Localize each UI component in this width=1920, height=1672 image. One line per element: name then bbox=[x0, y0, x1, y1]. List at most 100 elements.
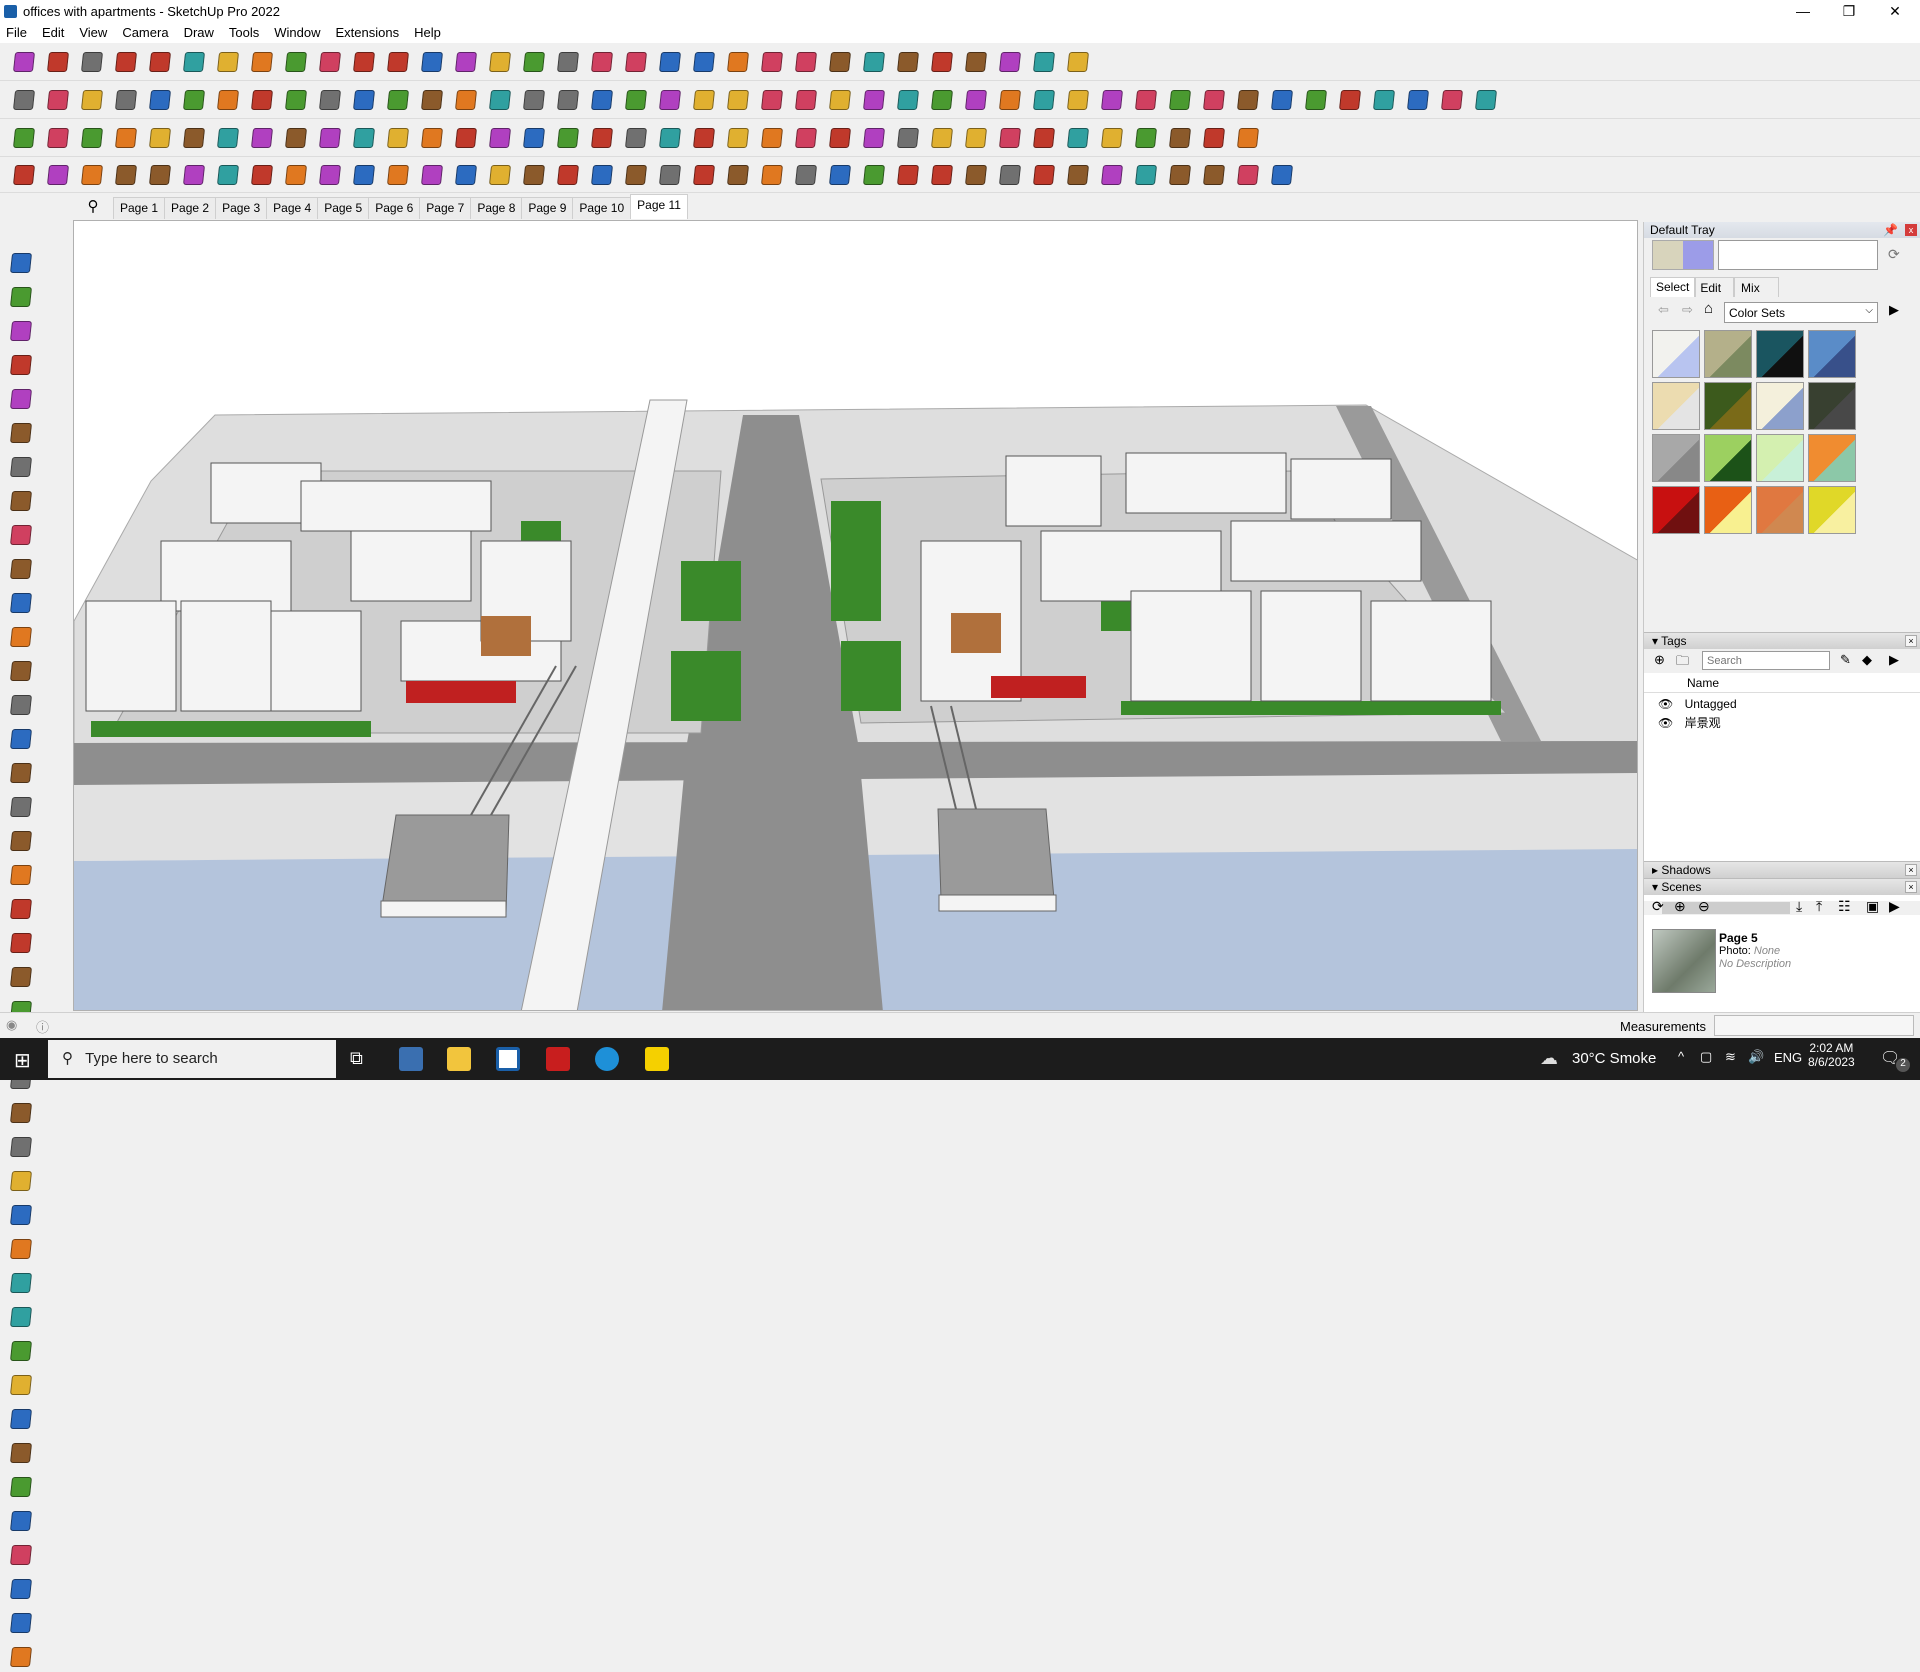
tag-row[interactable]: 👁 岸景观 bbox=[1644, 711, 1920, 731]
line-icon[interactable] bbox=[6, 452, 36, 482]
axes-icon[interactable] bbox=[6, 1132, 36, 1162]
pushpull-magenta-icon[interactable] bbox=[350, 86, 378, 114]
move-icon[interactable] bbox=[6, 792, 36, 822]
extension-icon[interactable] bbox=[656, 48, 684, 76]
orbit-active-icon[interactable] bbox=[6, 1200, 36, 1230]
material-name-field[interactable] bbox=[1718, 240, 1878, 270]
walk-icon[interactable] bbox=[6, 1404, 36, 1434]
color-swatch[interactable] bbox=[1652, 486, 1700, 534]
scene-tab[interactable]: Page 7 bbox=[419, 197, 472, 219]
star-icon[interactable] bbox=[792, 124, 820, 152]
color-swatch[interactable] bbox=[1756, 330, 1804, 378]
tool-icon[interactable] bbox=[928, 48, 956, 76]
plane-green-icon[interactable] bbox=[112, 124, 140, 152]
columns-icon[interactable] bbox=[554, 161, 582, 189]
back-arrow-icon[interactable]: ⇦ bbox=[1658, 302, 1669, 318]
knife-icon[interactable] bbox=[826, 86, 854, 114]
forward-arrow-icon[interactable]: ⇨ bbox=[1682, 302, 1693, 318]
x-ray-icon[interactable] bbox=[962, 48, 990, 76]
color-swatch[interactable] bbox=[1652, 434, 1700, 482]
sticky-notes-icon[interactable] bbox=[645, 1047, 669, 1071]
taskbar-search[interactable]: ⚲ Type here to search bbox=[48, 1040, 336, 1078]
follow-me-icon[interactable] bbox=[248, 48, 276, 76]
scene-tab[interactable]: Page 4 bbox=[266, 197, 319, 219]
stack2-icon[interactable] bbox=[1064, 161, 1092, 189]
wall-icon[interactable] bbox=[928, 161, 956, 189]
move3d-icon[interactable] bbox=[996, 124, 1024, 152]
pushpull-down-icon[interactable] bbox=[112, 86, 140, 114]
section-icon[interactable] bbox=[758, 48, 786, 76]
layers-icon[interactable] bbox=[6, 1608, 36, 1638]
move-scene-up-icon[interactable]: ⤒ bbox=[1816, 898, 1822, 915]
door2-icon[interactable] bbox=[962, 161, 990, 189]
pencil-icon[interactable] bbox=[112, 48, 140, 76]
text-icon[interactable] bbox=[6, 1098, 36, 1128]
followme-icon[interactable] bbox=[6, 894, 36, 924]
flatten-icon[interactable] bbox=[1438, 86, 1466, 114]
zoom-icon[interactable] bbox=[6, 1268, 36, 1298]
push-pull-icon[interactable] bbox=[214, 48, 242, 76]
color-swatch[interactable] bbox=[1704, 434, 1752, 482]
panel-icon[interactable] bbox=[282, 124, 310, 152]
task-view-icon[interactable]: ⧉ bbox=[350, 1048, 363, 1069]
section-fill-icon[interactable] bbox=[486, 86, 514, 114]
shadows-close-button[interactable]: × bbox=[1905, 864, 1917, 876]
layers-icon[interactable] bbox=[690, 48, 718, 76]
menu-window[interactable]: Window bbox=[274, 25, 320, 40]
profile-icon[interactable] bbox=[6, 1642, 36, 1672]
tag-pencil-icon[interactable]: ✎ bbox=[1840, 652, 1851, 668]
menu-camera[interactable]: Camera bbox=[122, 25, 168, 40]
restore-button[interactable]: ❐ bbox=[1826, 0, 1872, 22]
arc-icon[interactable] bbox=[6, 656, 36, 686]
fillet-icon[interactable] bbox=[350, 161, 378, 189]
move-scene-down-icon[interactable]: ⤓ bbox=[1796, 898, 1802, 915]
search-zoom-icon[interactable] bbox=[10, 48, 38, 76]
roof-icon[interactable] bbox=[724, 86, 752, 114]
home-icon[interactable]: ⌂ bbox=[1704, 300, 1713, 317]
menu-tools[interactable]: Tools bbox=[229, 25, 259, 40]
color-swatch[interactable] bbox=[1704, 330, 1752, 378]
door-icon[interactable] bbox=[622, 86, 650, 114]
drop-icon[interactable] bbox=[588, 124, 616, 152]
loft-icon[interactable] bbox=[520, 161, 548, 189]
tag-color-icon[interactable]: ◆ bbox=[1862, 652, 1872, 668]
pattern-icon[interactable] bbox=[894, 161, 922, 189]
plant-icon[interactable] bbox=[1234, 161, 1262, 189]
points-icon[interactable] bbox=[452, 124, 480, 152]
move-icon[interactable] bbox=[282, 48, 310, 76]
stamp-icon[interactable] bbox=[1472, 86, 1500, 114]
qr-icon[interactable] bbox=[1234, 124, 1262, 152]
color-swatch[interactable] bbox=[1756, 434, 1804, 482]
offset-icon[interactable] bbox=[180, 161, 208, 189]
window-red-icon[interactable] bbox=[248, 124, 276, 152]
pin-icon[interactable]: 📌 bbox=[1883, 222, 1898, 238]
menu-file[interactable]: File bbox=[6, 25, 27, 40]
comb-icon[interactable] bbox=[1200, 161, 1228, 189]
rotate-icon[interactable] bbox=[316, 48, 344, 76]
grid2-icon[interactable] bbox=[1030, 161, 1058, 189]
rectangle-icon[interactable] bbox=[6, 520, 36, 550]
rotate-icon[interactable] bbox=[6, 860, 36, 890]
scenes-details-icon[interactable]: ▶ bbox=[1889, 898, 1900, 915]
scene-tab[interactable]: Page 2 bbox=[164, 197, 217, 219]
tape-measure-icon[interactable] bbox=[384, 48, 412, 76]
gear-icon[interactable] bbox=[1064, 86, 1092, 114]
stack-icon[interactable] bbox=[1030, 124, 1058, 152]
cut-icon[interactable] bbox=[962, 124, 990, 152]
color-swatch[interactable] bbox=[1704, 486, 1752, 534]
plane-yellow-icon[interactable] bbox=[78, 124, 106, 152]
arrows-down-icon[interactable] bbox=[894, 48, 922, 76]
edge-icon[interactable] bbox=[595, 1047, 619, 1071]
tab-edit[interactable]: Edit bbox=[1695, 277, 1735, 297]
ramp-icon[interactable] bbox=[758, 161, 786, 189]
square-icon[interactable] bbox=[860, 86, 888, 114]
language-indicator[interactable]: ENG bbox=[1774, 1050, 1802, 1065]
house-icon[interactable] bbox=[588, 86, 616, 114]
polyline-icon[interactable] bbox=[44, 161, 72, 189]
scene-tab[interactable]: Page 9 bbox=[521, 197, 574, 219]
eraser-pink-icon[interactable] bbox=[1234, 86, 1262, 114]
terrain-icon[interactable] bbox=[520, 86, 548, 114]
fan-icon[interactable] bbox=[792, 161, 820, 189]
cross-red-icon[interactable] bbox=[486, 124, 514, 152]
polygon-icon[interactable] bbox=[928, 86, 956, 114]
